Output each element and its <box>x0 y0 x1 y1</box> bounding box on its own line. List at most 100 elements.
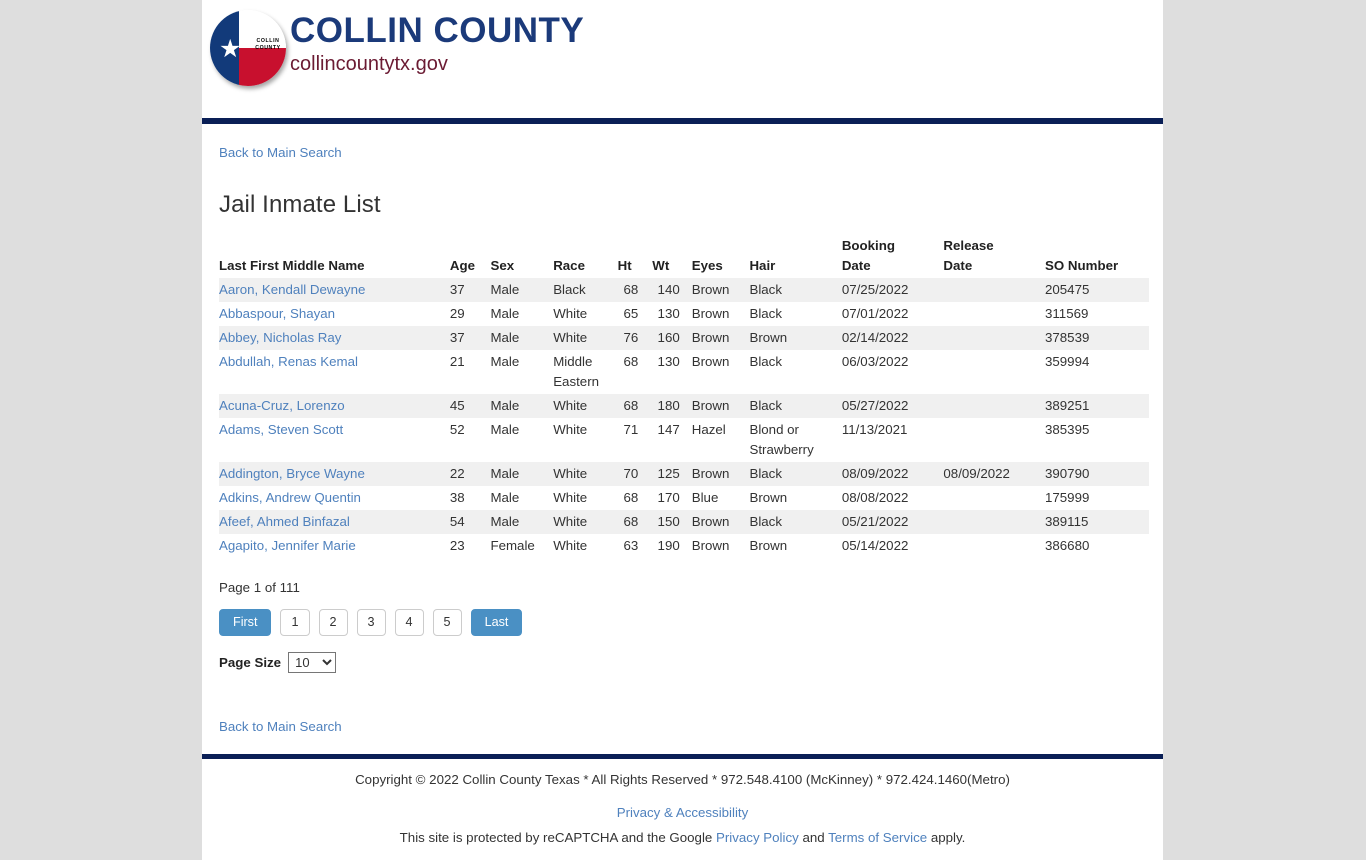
pagination-button-3[interactable]: 3 <box>356 609 386 636</box>
cell-so: 390790 <box>1045 466 1090 481</box>
cell-age: 22 <box>449 466 465 481</box>
cell-ht: 68 <box>623 282 639 297</box>
cell-hair: Black <box>749 398 782 413</box>
collin-county-seal-logo[interactable]: COLLIN COUNTY <box>207 8 293 90</box>
inmate-detail-link[interactable]: Adkins, Andrew Quentin <box>219 490 361 505</box>
cell-race: White <box>553 514 588 529</box>
cell-release <box>943 350 1045 394</box>
footer-copyright: Copyright © 2022 Collin County Texas * A… <box>355 772 1010 787</box>
inmate-detail-link[interactable]: Abdullah, Renas Kemal <box>219 354 358 369</box>
cell-release <box>943 326 1045 350</box>
cell-hair: Black <box>749 354 782 369</box>
cell-age: 37 <box>449 282 465 297</box>
cell-eyes: Brown <box>691 538 730 553</box>
column-header-sex: Sex <box>490 258 515 273</box>
table-header: Last First Middle Name Age Sex Race Ht W… <box>219 236 1149 278</box>
cell-booking: 05/27/2022 <box>841 398 909 413</box>
table-row: Afeef, Ahmed Binfazal 54 Male White 68 150 Bro… <box>219 510 1149 534</box>
back-to-main-search-link-bottom[interactable]: Back to Main Search <box>219 719 342 734</box>
cell-so: 389115 <box>1045 514 1089 529</box>
cell-so: 205475 <box>1045 282 1090 297</box>
inmate-detail-link[interactable]: Agapito, Jennifer Marie <box>219 538 356 553</box>
cell-booking: 08/09/2022 <box>841 466 909 481</box>
pagination-controls: First 1 2 3 4 5 Last <box>219 609 1163 636</box>
column-header-booking-date: Booking Date <box>841 238 895 273</box>
table-row: Aaron, Kendall Dewayne 37 Male Black 68 140 Br… <box>219 278 1149 302</box>
recaptcha-suffix-text: apply. <box>927 830 966 845</box>
pagination-button-last[interactable]: Last <box>470 609 523 636</box>
cell-inmate-name: Aaron, Kendall Dewayne <box>219 278 450 302</box>
seal-circle: COLLIN COUNTY <box>210 10 286 86</box>
inmate-detail-link[interactable]: Adams, Steven Scott <box>219 422 343 437</box>
inmate-list-table: Last First Middle Name Age Sex Race Ht W… <box>219 236 1149 558</box>
cell-ht: 68 <box>623 398 639 413</box>
cell-race: Black <box>553 282 586 297</box>
seal-text-line1: COLLIN <box>256 38 280 44</box>
cell-so: 359994 <box>1045 354 1090 369</box>
cell-so: 386680 <box>1045 538 1090 553</box>
pagination-button-2[interactable]: 2 <box>318 609 348 636</box>
cell-age: 54 <box>449 514 465 529</box>
inmate-detail-link[interactable]: Addington, Bryce Wayne <box>219 466 365 481</box>
cell-age: 37 <box>449 330 465 345</box>
inmate-detail-link[interactable]: Abbey, Nicholas Ray <box>219 330 341 345</box>
page-size-select[interactable]: 102550100 <box>288 652 337 673</box>
terms-of-service-link[interactable]: Terms of Service <box>828 830 927 845</box>
cell-inmate-name: Adams, Steven Scott <box>219 418 450 462</box>
table-row: Agapito, Jennifer Marie 23 Female White 63 19… <box>219 534 1149 558</box>
inmate-detail-link[interactable]: Aaron, Kendall Dewayne <box>219 282 365 297</box>
brand-subtitle: collincountytx.gov <box>290 53 448 75</box>
cell-eyes: Brown <box>691 282 730 297</box>
cell-eyes: Brown <box>691 514 730 529</box>
back-to-main-search-link-top[interactable]: Back to Main Search <box>219 124 342 160</box>
privacy-policy-link[interactable]: Privacy Policy <box>716 830 799 845</box>
cell-so: 175999 <box>1045 490 1090 505</box>
cell-eyes: Brown <box>691 398 730 413</box>
site-footer: Copyright © 2022 Collin County Texas * A… <box>202 759 1163 848</box>
cell-booking: 02/14/2022 <box>841 330 909 345</box>
cell-wt: 125 <box>657 466 680 481</box>
cell-eyes: Brown <box>691 466 730 481</box>
cell-sex: Male <box>490 354 520 369</box>
cell-inmate-name: Abbey, Nicholas Ray <box>219 326 450 350</box>
cell-age: 23 <box>449 538 465 553</box>
pagination-button-4[interactable]: 4 <box>394 609 424 636</box>
cell-ht: 65 <box>623 306 639 321</box>
cell-hair: Blond or Strawberry <box>749 422 814 457</box>
column-header-height: Ht <box>617 258 632 273</box>
cell-ht: 68 <box>623 490 639 505</box>
recaptcha-conjunction-text: and <box>798 830 829 845</box>
footer-recaptcha-row: This site is protected by reCAPTCHA and … <box>202 823 1163 848</box>
inmate-detail-link[interactable]: Acuna-Cruz, Lorenzo <box>219 398 345 413</box>
pagination-button-first[interactable]: First <box>219 609 272 636</box>
column-header-eyes: Eyes <box>691 258 723 273</box>
cell-race: White <box>553 306 588 321</box>
page-container: COLLIN COUNTY COLLIN COUNTY collincountyt… <box>202 0 1163 860</box>
cell-race: White <box>553 490 588 505</box>
cell-eyes: Blue <box>691 490 719 505</box>
cell-inmate-name: Acuna-Cruz, Lorenzo <box>219 394 450 418</box>
footer-region: Copyright © 2022 Collin County Texas * A… <box>202 754 1163 860</box>
brand-title: COLLIN COUNTY <box>290 11 585 50</box>
cell-inmate-name: Abbaspour, Shayan <box>219 302 450 326</box>
cell-race: White <box>553 466 588 481</box>
pagination-button-5[interactable]: 5 <box>432 609 462 636</box>
cell-wt: 147 <box>657 422 680 437</box>
recaptcha-prefix-text: This site is protected by reCAPTCHA and … <box>399 830 716 845</box>
cell-ht: 76 <box>623 330 639 345</box>
inmate-detail-link[interactable]: Afeef, Ahmed Binfazal <box>219 514 350 529</box>
cell-hair: Black <box>749 306 782 321</box>
cell-eyes: Hazel <box>691 422 726 437</box>
cell-race: White <box>553 330 588 345</box>
cell-ht: 70 <box>623 466 639 481</box>
inmate-detail-link[interactable]: Abbaspour, Shayan <box>219 306 335 321</box>
cell-booking: 07/25/2022 <box>841 282 909 297</box>
privacy-accessibility-link[interactable]: Privacy & Accessibility <box>617 805 749 820</box>
pagination-button-1[interactable]: 1 <box>280 609 310 636</box>
cell-release <box>943 486 1045 510</box>
column-header-name: Last First Middle Name <box>219 258 365 273</box>
cell-sex: Male <box>490 490 520 505</box>
cell-age: 29 <box>449 306 465 321</box>
cell-inmate-name: Adkins, Andrew Quentin <box>219 486 450 510</box>
cell-hair: Brown <box>749 330 788 345</box>
